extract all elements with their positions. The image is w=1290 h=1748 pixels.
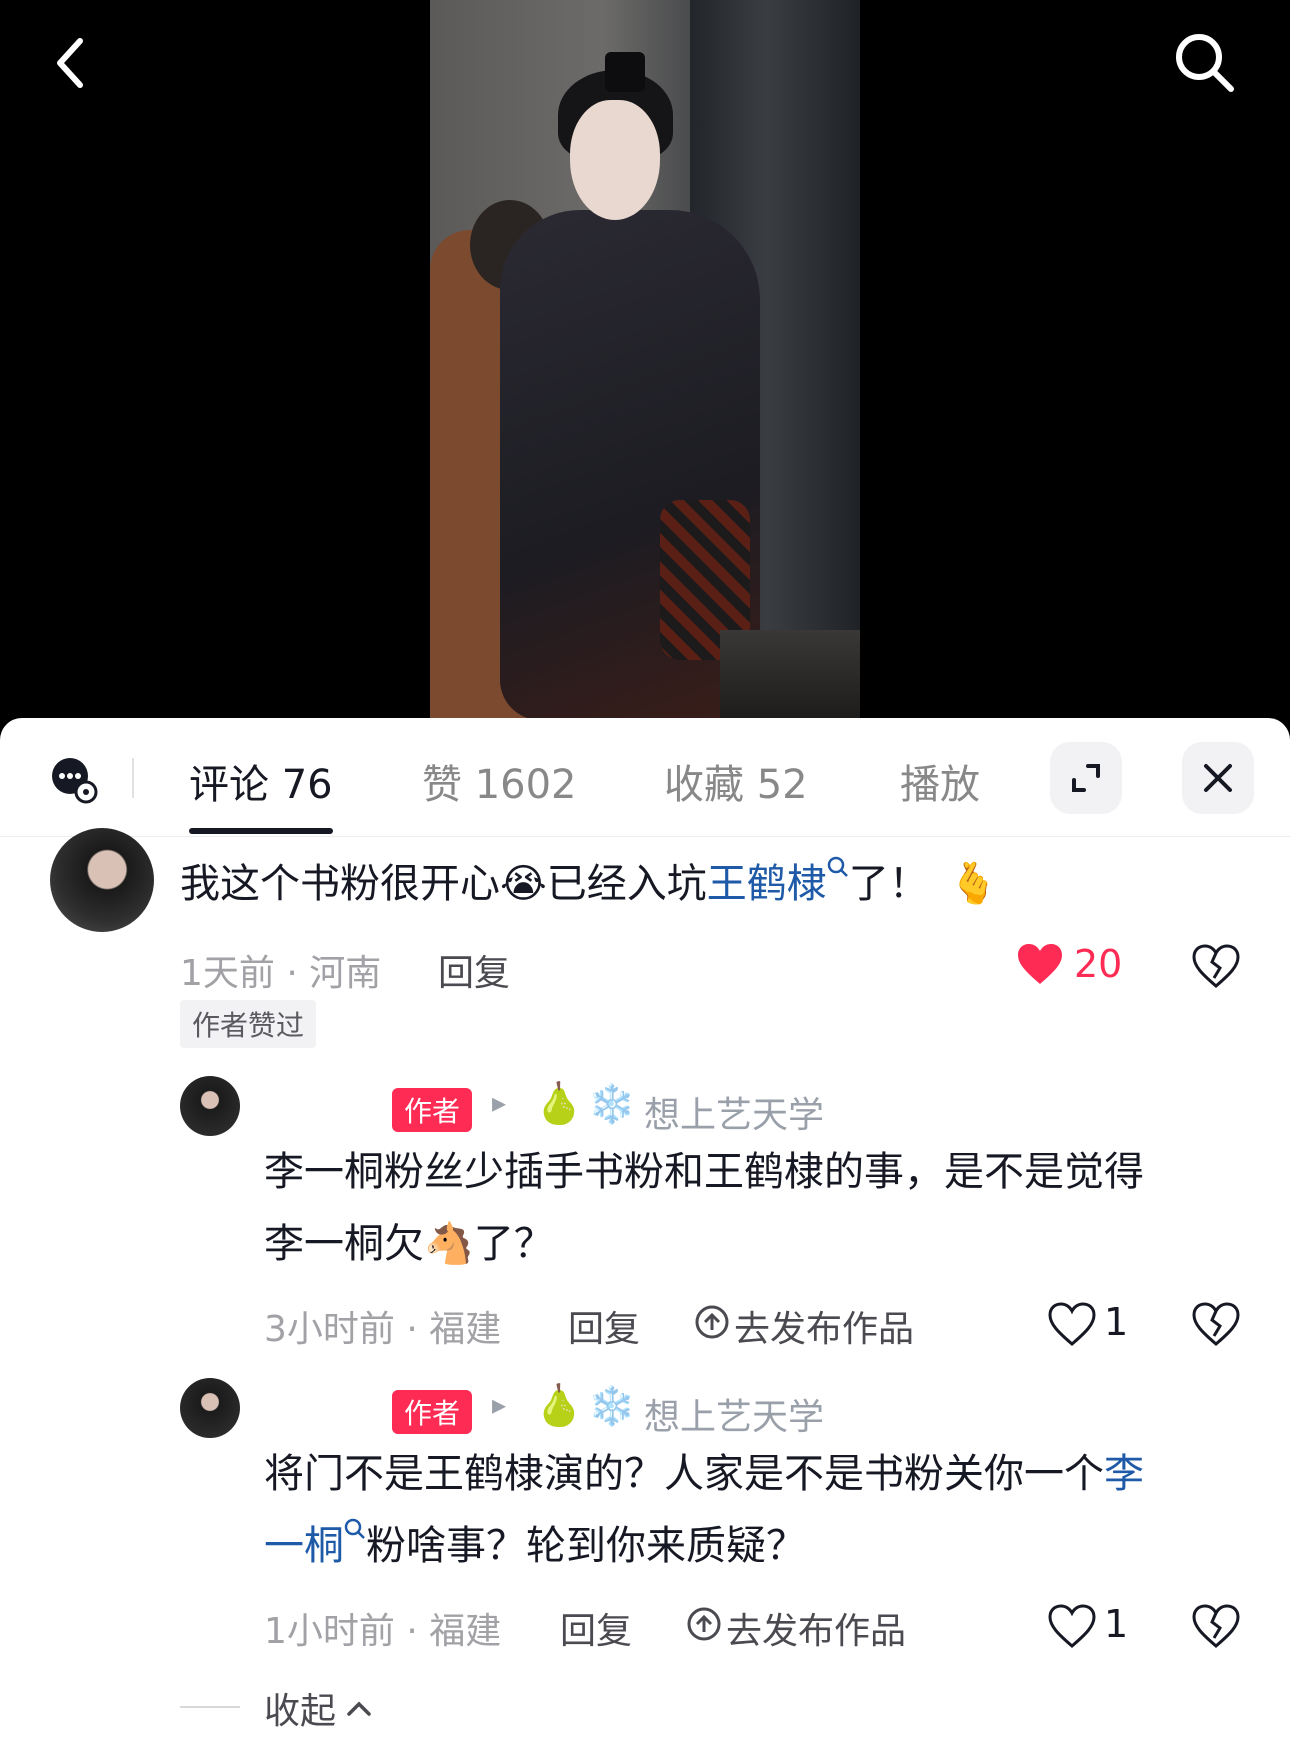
reply-target-name[interactable]: 想上艺天学 [644, 1388, 824, 1440]
author-liked-badge: 作者赞过 [180, 1000, 317, 1048]
like-count: 1 [1104, 1602, 1129, 1646]
collapse-divider [180, 1706, 240, 1708]
reply-meta: 1小时前 · 福建 [264, 1611, 502, 1652]
reply-avatar[interactable] [180, 1076, 240, 1136]
video-face [570, 100, 660, 220]
finger-heart-emoji-icon: 🫰 [948, 861, 999, 907]
publish-upload-icon [694, 1304, 730, 1344]
comment-text-part: 我这个书粉很开心 [180, 861, 500, 907]
reply-meta: 3小时前 · 福建 [264, 1309, 502, 1350]
reply-arrow-icon: ▸ [492, 1086, 507, 1119]
broken-heart-icon [1192, 1302, 1240, 1346]
expand-icon [1072, 764, 1100, 792]
close-button[interactable] [1182, 742, 1254, 814]
comment-text: 我这个书粉很开心😭已经入坑王鹤棣 了！ 🫰 [180, 848, 999, 920]
like-button[interactable] [1048, 1604, 1096, 1652]
reply-avatar[interactable] [180, 1378, 240, 1438]
collapse-label: 收起 [264, 1691, 337, 1732]
video-frame [430, 0, 860, 720]
tab-divider [132, 758, 134, 798]
reply-text-line-1: 李一桐粉丝少插手书粉和王鹤棣的事，是不是觉得 [264, 1149, 1144, 1195]
video-base [720, 630, 860, 720]
back-button[interactable] [36, 28, 106, 98]
video-player[interactable] [0, 0, 1290, 720]
snowflake-emoji-icon: ❄️ [588, 1384, 636, 1428]
horse-emoji-icon: 🐴 [424, 1221, 474, 1267]
chat-settings-icon [52, 758, 98, 804]
like-count: 20 [1074, 942, 1123, 986]
dislike-button[interactable] [1192, 1604, 1240, 1652]
tab-likes[interactable]: 赞 1602 [422, 752, 577, 810]
chat-settings-button[interactable] [50, 756, 98, 808]
comment-panel: 评论 76 赞 1602 收藏 52 播放 我这个书粉很开心😭已经入坑王鹤棣 了！… [0, 718, 1290, 1748]
author-badge: 作者 [392, 1088, 473, 1132]
commenter-avatar[interactable] [50, 828, 154, 932]
reply-button[interactable]: 回复 [438, 944, 510, 996]
like-button[interactable] [1016, 942, 1064, 990]
mention-link[interactable]: 李 [1104, 1451, 1144, 1497]
dislike-button[interactable] [1192, 1302, 1240, 1350]
search-button[interactable] [1170, 28, 1240, 98]
search-icon [1176, 34, 1234, 92]
publish-work-button[interactable]: 去发布作品 [726, 1602, 906, 1654]
snowflake-emoji-icon: ❄️ [588, 1082, 636, 1126]
reply-target-name[interactable]: 想上艺天学 [644, 1086, 824, 1138]
pear-emoji-icon: 🍐 [534, 1081, 584, 1127]
active-tab-indicator [189, 828, 333, 834]
reply-button[interactable]: 回复 [560, 1602, 632, 1654]
crying-emoji-icon: 😭 [500, 861, 547, 907]
chevron-up-icon [347, 1701, 371, 1716]
close-icon [1204, 764, 1232, 792]
heart-filled-icon [1018, 944, 1062, 984]
publish-upload-icon [686, 1606, 722, 1646]
reply-text-part: 粉啥事？轮到你来质疑？ [366, 1523, 806, 1569]
comment-text-part: 了！ [848, 861, 929, 907]
broken-heart-icon [1192, 1604, 1240, 1648]
reply-text-part: 李一桐欠 [264, 1221, 424, 1267]
pear-emoji-icon: 🍐 [534, 1383, 584, 1429]
mention-link[interactable]: 一桐 [264, 1523, 344, 1569]
broken-heart-icon [1192, 944, 1240, 988]
reply-text-part: 将门不是王鹤棣演的？人家是不是书粉关你一个 [264, 1451, 1104, 1497]
mention-link[interactable]: 王鹤棣 [707, 861, 827, 907]
back-arrow-icon [57, 38, 83, 88]
author-badge: 作者 [392, 1390, 473, 1434]
reply-arrow-icon: ▸ [492, 1388, 507, 1421]
reply-text-line-2: 李一桐欠🐴了？ [264, 1208, 554, 1280]
search-hint-icon [827, 856, 848, 877]
reply-text-part: 了？ [473, 1221, 554, 1267]
reply-text-line-1: 将门不是王鹤棣演的？人家是不是书粉关你一个李 [264, 1438, 1144, 1510]
collapse-button[interactable]: 收起 [264, 1682, 372, 1734]
like-count: 1 [1104, 1300, 1129, 1344]
heart-outline-icon [1048, 1302, 1096, 1346]
comment-meta: 1天前 · 河南 [180, 953, 382, 994]
like-button[interactable] [1048, 1302, 1096, 1350]
tab-comments[interactable]: 评论 76 [189, 752, 333, 810]
dislike-button[interactable] [1192, 944, 1240, 992]
tab-favorites[interactable]: 收藏 52 [664, 752, 808, 810]
reply-text-line-2: 一桐 粉啥事？轮到你来质疑？ [264, 1510, 806, 1582]
heart-outline-icon [1048, 1604, 1096, 1648]
search-hint-icon [344, 1518, 365, 1539]
comment-text-part: 已经入坑 [546, 861, 707, 907]
tab-plays[interactable]: 播放 [900, 752, 980, 810]
expand-button[interactable] [1050, 742, 1122, 814]
video-crown [605, 52, 645, 92]
publish-work-button[interactable]: 去发布作品 [734, 1300, 914, 1352]
panel-tab-bar: 评论 76 赞 1602 收藏 52 播放 [0, 718, 1290, 837]
reply-button[interactable]: 回复 [568, 1300, 640, 1352]
